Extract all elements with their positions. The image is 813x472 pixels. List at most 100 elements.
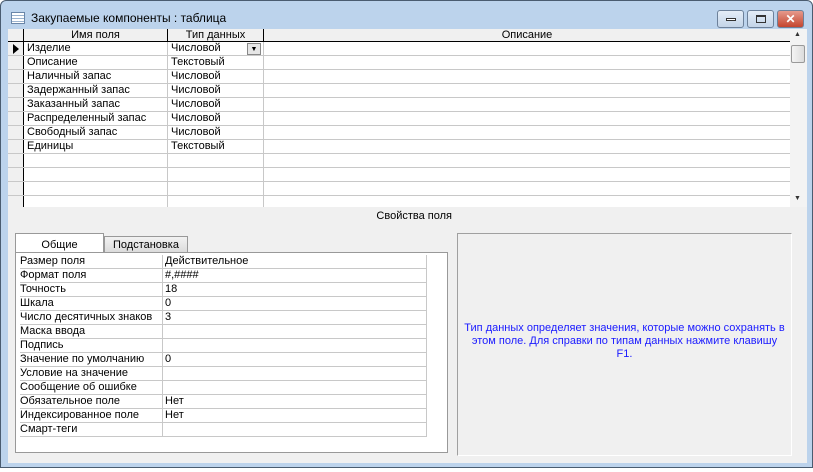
- property-value-input[interactable]: Нет: [162, 409, 427, 422]
- description-cell[interactable]: [264, 84, 790, 97]
- window-title: Закупаемые компоненты : таблица: [31, 11, 227, 25]
- description-cell[interactable]: [264, 168, 790, 181]
- data-type-value: Числовой: [171, 42, 221, 54]
- close-icon: ✕: [785, 12, 796, 26]
- row-selector[interactable]: [8, 56, 24, 69]
- description-cell[interactable]: [264, 154, 790, 167]
- client-area: Имя поля Тип данных Описание Изделие Чис…: [8, 29, 807, 463]
- description-cell[interactable]: [264, 140, 790, 153]
- property-value-input[interactable]: Действительное: [162, 255, 427, 268]
- row-selector[interactable]: [8, 168, 24, 181]
- row-selector[interactable]: [8, 84, 24, 97]
- row-selector[interactable]: [8, 140, 24, 153]
- data-type-cell[interactable]: Числовой ▼: [168, 42, 264, 55]
- data-type-cell[interactable]: Числовой: [168, 112, 264, 125]
- property-row: Условие на значение: [20, 367, 427, 381]
- data-type-cell[interactable]: Текстовый: [168, 140, 264, 153]
- property-label: Маска ввода: [20, 325, 86, 337]
- field-row[interactable]: [8, 168, 790, 182]
- description-cell[interactable]: [264, 42, 790, 55]
- data-type-cell[interactable]: [168, 196, 264, 207]
- field-name-cell[interactable]: Заказанный запас: [24, 98, 168, 111]
- description-cell[interactable]: [264, 98, 790, 111]
- description-cell[interactable]: [264, 182, 790, 195]
- data-type-value: Числовой: [171, 70, 221, 82]
- maximize-button[interactable]: [747, 10, 774, 28]
- help-panel: Тип данных определяет значения, которые …: [457, 233, 792, 456]
- property-value-input[interactable]: 0: [162, 353, 427, 366]
- field-row[interactable]: [8, 154, 790, 168]
- dropdown-arrow-icon[interactable]: ▼: [247, 43, 261, 55]
- description-cell[interactable]: [264, 126, 790, 139]
- field-name-cell[interactable]: [24, 182, 168, 195]
- field-name-cell[interactable]: Изделие: [24, 42, 168, 55]
- close-button[interactable]: ✕: [777, 10, 804, 28]
- description-cell[interactable]: [264, 56, 790, 69]
- data-type-cell[interactable]: Числовой: [168, 98, 264, 111]
- field-name-cell[interactable]: [24, 196, 168, 207]
- field-row[interactable]: Распределенный запас Числовой: [8, 112, 790, 126]
- description-cell[interactable]: [264, 70, 790, 83]
- field-name-cell[interactable]: Задержанный запас: [24, 84, 168, 97]
- property-value-input[interactable]: 3: [162, 311, 427, 324]
- field-row[interactable]: Задержанный запас Числовой: [8, 84, 790, 98]
- property-value-input[interactable]: [162, 339, 427, 352]
- data-type-cell[interactable]: [168, 154, 264, 167]
- data-type-cell[interactable]: [168, 168, 264, 181]
- data-type-cell[interactable]: [168, 182, 264, 195]
- data-type-cell[interactable]: Текстовый: [168, 56, 264, 69]
- field-name-cell[interactable]: [24, 154, 168, 167]
- field-row[interactable]: Единицы Текстовый: [8, 140, 790, 154]
- scroll-up-icon[interactable]: ▲: [794, 31, 801, 38]
- row-selector[interactable]: [8, 98, 24, 111]
- row-selector[interactable]: [8, 126, 24, 139]
- property-label: Подпись: [20, 339, 64, 351]
- field-row[interactable]: Описание Текстовый: [8, 56, 790, 70]
- row-selector[interactable]: [8, 154, 24, 167]
- header-description[interactable]: Описание: [264, 29, 790, 41]
- scroll-down-icon[interactable]: ▼: [794, 195, 801, 202]
- header-field-name[interactable]: Имя поля: [24, 29, 168, 41]
- scroll-thumb[interactable]: [791, 45, 805, 63]
- row-selector[interactable]: [8, 70, 24, 83]
- property-label: Условие на значение: [20, 367, 129, 379]
- field-name-cell[interactable]: [24, 168, 168, 181]
- tab-general[interactable]: Общие: [15, 233, 104, 253]
- field-name-cell[interactable]: Единицы: [24, 140, 168, 153]
- field-name-cell[interactable]: Свободный запас: [24, 126, 168, 139]
- vertical-scrollbar[interactable]: ▲ ▼: [790, 29, 807, 207]
- property-value-input[interactable]: [162, 325, 427, 338]
- field-row[interactable]: [8, 182, 790, 196]
- data-type-cell[interactable]: Числовой: [168, 84, 264, 97]
- field-row[interactable]: Свободный запас Числовой: [8, 126, 790, 140]
- field-row[interactable]: Заказанный запас Числовой: [8, 98, 790, 112]
- description-cell[interactable]: [264, 112, 790, 125]
- tab-lookup[interactable]: Подстановка: [104, 236, 188, 253]
- field-name-cell[interactable]: Описание: [24, 56, 168, 69]
- property-label: Шкала: [20, 297, 54, 309]
- field-row[interactable]: Изделие Числовой ▼: [8, 42, 790, 56]
- description-cell[interactable]: [264, 196, 790, 207]
- property-value-input[interactable]: [162, 367, 427, 380]
- property-value-input[interactable]: 18: [162, 283, 427, 296]
- property-value-input[interactable]: [162, 423, 427, 436]
- property-value-input[interactable]: Нет: [162, 395, 427, 408]
- row-selector[interactable]: [8, 42, 24, 55]
- row-selector[interactable]: [8, 196, 24, 207]
- field-name-cell[interactable]: Распределенный запас: [24, 112, 168, 125]
- property-label: Формат поля: [20, 269, 87, 281]
- data-type-value: Числовой: [171, 112, 221, 124]
- minimize-button[interactable]: [717, 10, 744, 28]
- row-selector[interactable]: [8, 112, 24, 125]
- property-value-input[interactable]: #,####: [162, 269, 427, 282]
- property-value-input[interactable]: [162, 381, 427, 394]
- field-name-cell[interactable]: Наличный запас: [24, 70, 168, 83]
- data-type-cell[interactable]: Числовой: [168, 126, 264, 139]
- data-type-cell[interactable]: Числовой: [168, 70, 264, 83]
- row-selector[interactable]: [8, 182, 24, 195]
- field-row[interactable]: [8, 196, 790, 207]
- select-all-corner[interactable]: [8, 29, 24, 41]
- property-value-input[interactable]: 0: [162, 297, 427, 310]
- field-row[interactable]: Наличный запас Числовой: [8, 70, 790, 84]
- header-data-type[interactable]: Тип данных: [168, 29, 264, 41]
